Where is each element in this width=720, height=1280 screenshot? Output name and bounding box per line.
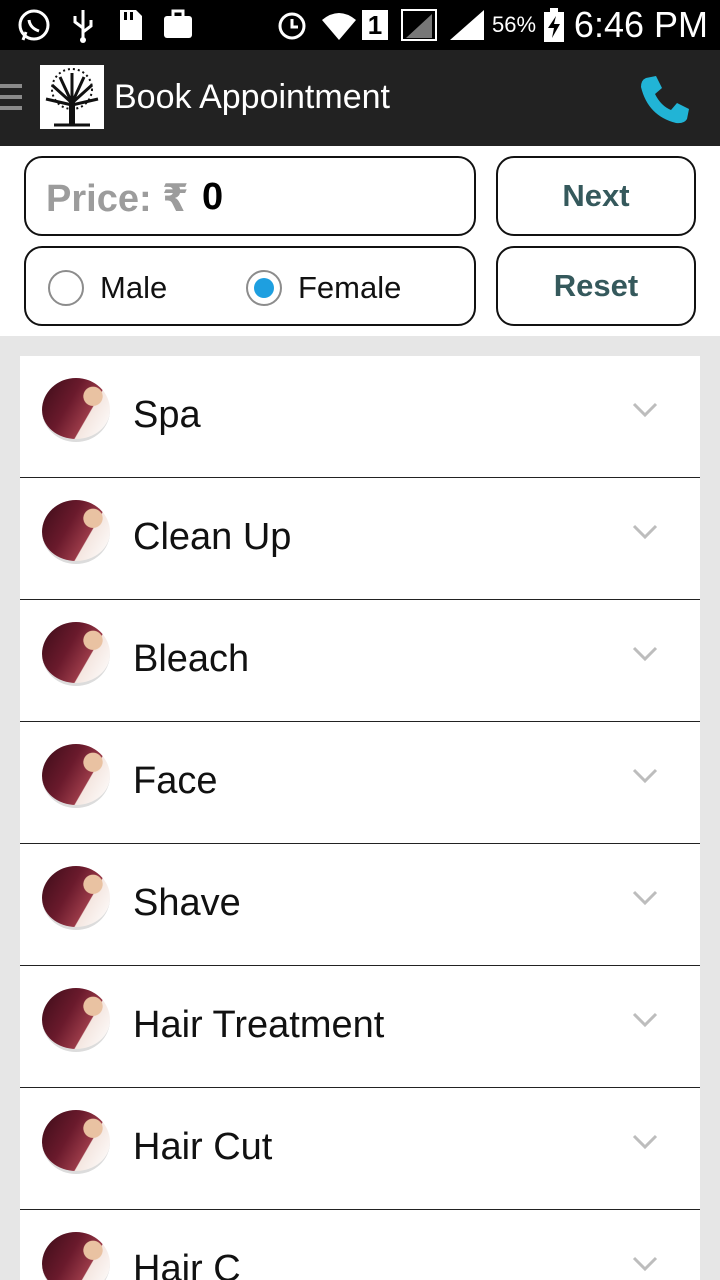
male-radio[interactable] xyxy=(48,270,84,306)
service-category-list: Spa Clean Up Bleach Face Shave Hair Trea… xyxy=(20,356,700,1280)
category-label: Spa xyxy=(133,394,201,436)
chevron-down-icon[interactable] xyxy=(632,890,658,906)
category-thumbnail xyxy=(42,1232,110,1280)
list-item[interactable]: Shave xyxy=(20,844,700,966)
category-label: Hair Cut xyxy=(133,1126,273,1168)
chevron-down-icon[interactable] xyxy=(632,1256,658,1272)
category-thumbnail xyxy=(42,866,110,930)
list-item[interactable]: Face xyxy=(20,722,700,844)
list-item[interactable]: Hair C xyxy=(20,1210,700,1280)
clock: 6:46 PM xyxy=(573,4,708,45)
female-radio[interactable] xyxy=(246,270,282,306)
status-bar: 1 56% 6:46 PM xyxy=(0,0,720,50)
category-label: Face xyxy=(133,760,218,802)
whatsapp-icon xyxy=(18,9,50,41)
chevron-down-icon[interactable] xyxy=(632,768,658,784)
male-label[interactable]: Male xyxy=(100,270,167,306)
category-thumbnail xyxy=(42,378,110,442)
category-label: Hair Treatment xyxy=(133,1004,385,1046)
bag-icon xyxy=(164,9,192,38)
sim-slot-badge: 1 xyxy=(362,10,388,40)
list-item[interactable]: Clean Up xyxy=(20,478,700,600)
chevron-down-icon[interactable] xyxy=(632,1134,658,1150)
category-label: Shave xyxy=(133,882,241,924)
usb-icon xyxy=(73,10,93,43)
list-item[interactable]: Bleach xyxy=(20,600,700,722)
reset-button[interactable]: Reset xyxy=(496,246,696,326)
category-thumbnail xyxy=(42,622,110,686)
sd-card-icon xyxy=(120,10,142,40)
category-thumbnail xyxy=(42,744,110,808)
chevron-down-icon[interactable] xyxy=(632,524,658,540)
action-bar: Book Appointment xyxy=(0,50,720,146)
list-item[interactable]: Hair Cut xyxy=(20,1088,700,1210)
category-thumbnail xyxy=(42,988,110,1052)
next-button[interactable]: Next xyxy=(496,156,696,236)
wifi-icon xyxy=(322,13,356,40)
tree-logo-icon[interactable] xyxy=(40,65,104,129)
page-title: Book Appointment xyxy=(114,78,390,116)
price-display: Price: ₹ 0 xyxy=(24,156,476,236)
phone-icon[interactable] xyxy=(636,72,692,128)
category-thumbnail xyxy=(42,500,110,564)
alarm-icon xyxy=(278,12,306,40)
category-label: Bleach xyxy=(133,638,250,680)
list-item[interactable]: Hair Treatment xyxy=(20,966,700,1088)
category-label: Hair C xyxy=(133,1248,241,1280)
price-value: 0 xyxy=(202,176,224,218)
battery-charging-icon xyxy=(544,8,564,42)
gender-selector: Male Female xyxy=(24,246,476,326)
menu-icon[interactable] xyxy=(0,84,22,114)
chevron-down-icon[interactable] xyxy=(632,646,658,662)
category-thumbnail xyxy=(42,1110,110,1174)
chevron-down-icon[interactable] xyxy=(632,1012,658,1028)
signal-icon xyxy=(401,9,437,41)
category-label: Clean Up xyxy=(133,516,292,558)
battery-percent: 56% xyxy=(492,12,537,37)
female-label[interactable]: Female xyxy=(298,270,401,306)
price-label: Price: ₹ xyxy=(46,178,189,220)
signal-strength-icon xyxy=(450,10,484,40)
booking-controls: Price: ₹ 0 Male Female Next Reset xyxy=(0,146,720,336)
list-item[interactable]: Spa xyxy=(20,356,700,478)
chevron-down-icon[interactable] xyxy=(632,402,658,418)
